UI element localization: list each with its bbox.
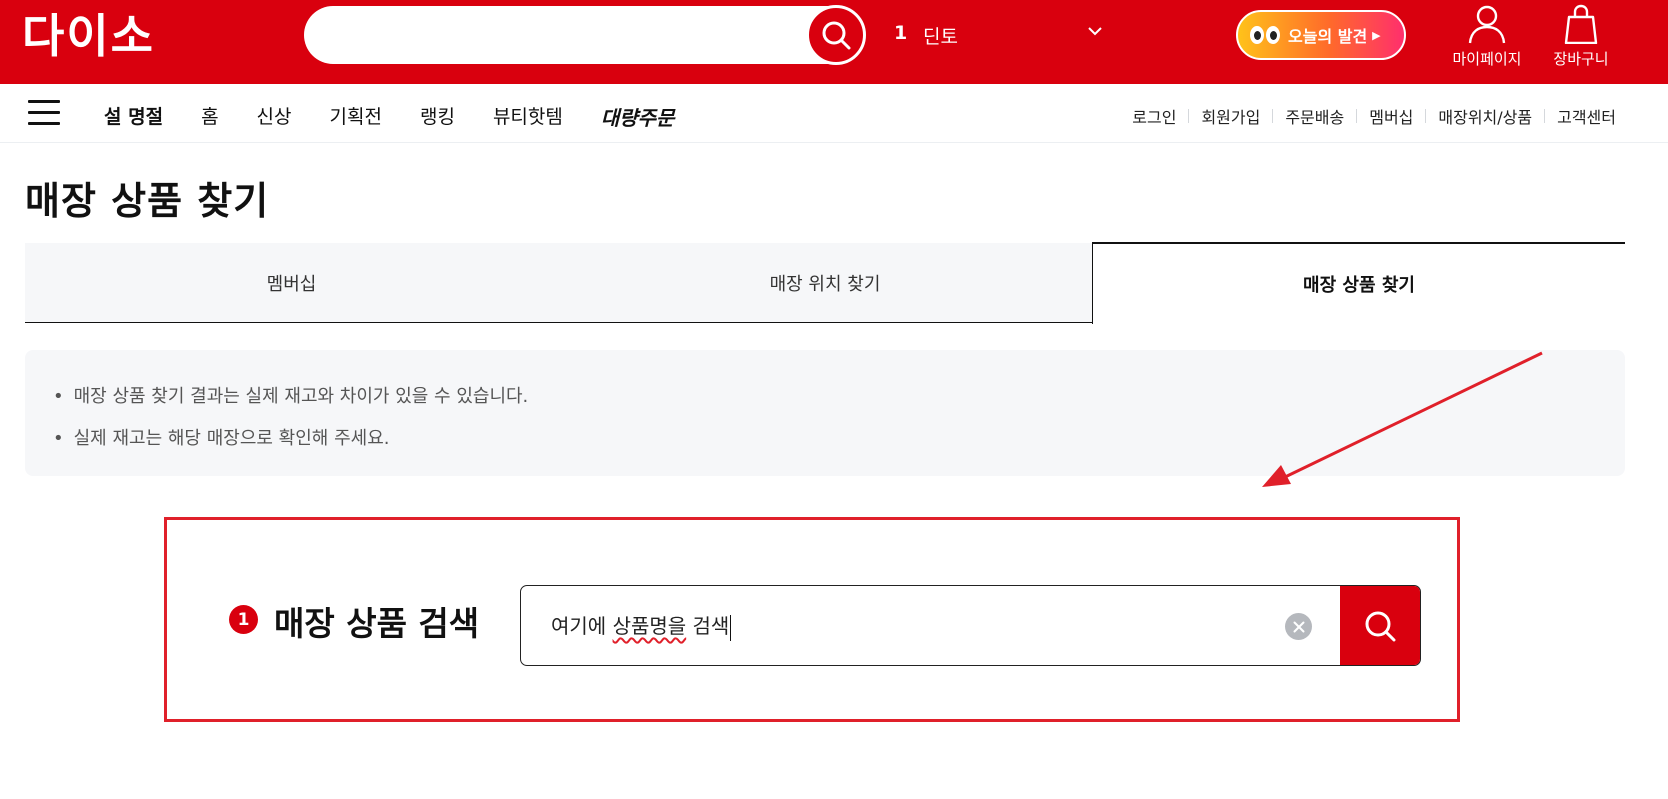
eyes-icon (1250, 26, 1280, 44)
nav-item-seollal[interactable]: 설 명절 (104, 102, 163, 131)
daiso-logo[interactable]: 다이소 (22, 6, 194, 63)
store-search-heading: 매장 상품 검색 (274, 604, 480, 643)
header-search-input[interactable] (304, 5, 866, 65)
text-caret (730, 614, 732, 641)
store-product-search-input[interactable]: 여기에 상품명을 검색 (551, 610, 732, 641)
tab-label: 매장 위치 찾기 (769, 273, 881, 295)
tab-membership[interactable]: 멤버십 (25, 243, 558, 323)
divider (1544, 109, 1546, 123)
cart-button[interactable]: 장바구니 (1536, 4, 1626, 69)
nav-item-promotions[interactable]: 기획전 (330, 102, 382, 131)
divider (1188, 109, 1190, 123)
header-search-button[interactable] (806, 5, 866, 65)
play-arrow-icon: ▶ (1372, 28, 1381, 42)
page-title: 매장 상품 찾기 (25, 179, 270, 223)
store-product-search-button[interactable] (1340, 586, 1420, 665)
mypage-label: 마이페이지 (1452, 50, 1522, 68)
nav-item-new[interactable]: 신상 (257, 102, 292, 131)
close-icon (1293, 621, 1304, 632)
trending-keyword[interactable]: 딘토 (923, 22, 958, 49)
main-navigation: 설 명절 홈 신상 기획전 랭킹 뷰티핫템 대량주문 로그인 회원가입 주문배송… (0, 84, 1668, 143)
search-icon (822, 21, 851, 50)
tab-label: 매장 상품 찾기 (1303, 275, 1415, 296)
divider (1425, 109, 1427, 123)
step-number-badge: 1 (229, 605, 258, 634)
store-location-link[interactable]: 매장위치/상품 (1438, 104, 1532, 128)
divider (1356, 109, 1358, 123)
tab-store-location[interactable]: 매장 위치 찾기 (558, 243, 1092, 323)
nav-item-ranking[interactable]: 랭킹 (420, 102, 455, 131)
today-discovery-label: 오늘의 발견 (1288, 27, 1368, 46)
cart-label: 장바구니 (1553, 50, 1609, 68)
mypage-button[interactable]: 마이페이지 (1442, 4, 1532, 69)
search-text-prefix: 여기에 (551, 614, 613, 638)
notice-item: 매장 상품 찾기 결과는 실제 재고와 차이가 있을 수 있습니다. (53, 382, 1625, 408)
search-text-suffix: 검색 (686, 614, 730, 638)
tab-store-product-search[interactable]: 매장 상품 찾기 (1092, 242, 1625, 324)
top-header: 다이소 1 딘토 오늘의 발견 ▶ 마이페이지 장바구니 (0, 0, 1668, 84)
utility-links: 로그인 회원가입 주문배송 멤버십 매장위치/상품 고객센터 (1132, 104, 1616, 128)
login-link[interactable]: 로그인 (1132, 104, 1176, 128)
trending-rank: 1 (894, 22, 908, 44)
category-nav: 설 명절 홈 신상 기획전 랭킹 뷰티핫템 대량주문 (104, 102, 712, 131)
search-icon (1365, 611, 1396, 641)
nav-item-bulk-order[interactable]: 대량주문 (601, 102, 675, 131)
customer-center-link[interactable]: 고객센터 (1557, 104, 1616, 128)
tab-label: 멤버십 (266, 273, 317, 295)
chevron-down-icon[interactable] (1088, 26, 1102, 36)
search-text-marked: 상품명을 (612, 614, 687, 638)
svg-text:다이소: 다이소 (22, 9, 155, 62)
shopping-bag-icon (1564, 4, 1598, 44)
hamburger-menu-icon[interactable] (28, 100, 60, 126)
nav-item-beauty[interactable]: 뷰티핫템 (493, 102, 563, 131)
today-discovery-button[interactable]: 오늘의 발견 ▶ (1236, 10, 1406, 60)
membership-link[interactable]: 멤버십 (1369, 104, 1413, 128)
nav-item-home[interactable]: 홈 (201, 102, 218, 131)
divider (1272, 109, 1274, 123)
user-icon (1468, 5, 1506, 44)
notice-item: 실제 재고는 해당 매장으로 확인해 주세요. (53, 424, 1625, 450)
clear-input-button[interactable] (1285, 613, 1312, 640)
signup-link[interactable]: 회원가입 (1201, 104, 1260, 128)
notice-box: 매장 상품 찾기 결과는 실제 재고와 차이가 있을 수 있습니다. 실제 재고… (25, 350, 1625, 476)
order-delivery-link[interactable]: 주문배송 (1285, 104, 1344, 128)
store-product-search-field[interactable]: 여기에 상품명을 검색 (520, 585, 1421, 666)
store-tabs: 멤버십 매장 위치 찾기 매장 상품 찾기 (25, 242, 1625, 324)
